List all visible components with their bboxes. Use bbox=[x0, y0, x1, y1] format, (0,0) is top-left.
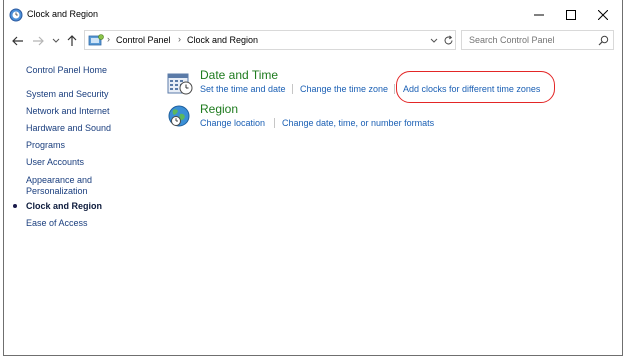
task-separator bbox=[292, 84, 293, 94]
sidebar-item-appearance[interactable]: Appearance and bbox=[26, 175, 92, 186]
sidebar-item-clock-and-region: Clock and Region bbox=[26, 201, 103, 211]
task-separator bbox=[274, 118, 275, 128]
title-bar: Clock and Region bbox=[4, 0, 622, 30]
window-title: Clock and Region bbox=[27, 9, 99, 19]
breadcrumb-separator: › bbox=[107, 34, 110, 44]
breadcrumb-control-panel[interactable]: Control Panel bbox=[116, 35, 171, 45]
breadcrumb-clock-and-region[interactable]: Clock and Region bbox=[187, 35, 258, 45]
back-button[interactable] bbox=[10, 33, 26, 49]
minimize-icon bbox=[534, 14, 544, 16]
sidebar-item-hardware-and-sound[interactable]: Hardware and Sound bbox=[26, 123, 111, 134]
current-item-bullet bbox=[13, 204, 17, 208]
category-title-date-and-time[interactable]: Date and Time bbox=[200, 68, 278, 82]
maximize-button[interactable] bbox=[554, 0, 588, 30]
control-panel-icon bbox=[88, 34, 104, 46]
up-button[interactable] bbox=[64, 33, 80, 49]
recent-locations-button[interactable] bbox=[48, 33, 64, 49]
task-change-time-zone[interactable]: Change the time zone bbox=[300, 84, 388, 94]
forward-button[interactable] bbox=[30, 33, 46, 49]
address-dropdown-icon[interactable] bbox=[430, 38, 438, 44]
search-icon[interactable] bbox=[598, 35, 609, 46]
sidebar-item-ease-of-access[interactable]: Ease of Access bbox=[26, 218, 88, 229]
up-arrow-icon bbox=[67, 35, 77, 46]
highlight-annotation bbox=[396, 71, 555, 103]
address-bar-row: › Control Panel › Clock and Region bbox=[4, 30, 622, 52]
task-change-formats[interactable]: Change date, time, or number formats bbox=[282, 118, 434, 128]
search-input[interactable] bbox=[462, 31, 599, 49]
date-and-time-icon[interactable] bbox=[167, 70, 193, 96]
region-globe-icon[interactable] bbox=[167, 104, 191, 128]
chevron-down-icon bbox=[52, 38, 60, 43]
close-button[interactable] bbox=[586, 0, 620, 30]
search-box[interactable] bbox=[461, 30, 614, 50]
minimize-button[interactable] bbox=[522, 0, 556, 30]
task-separator bbox=[394, 84, 395, 94]
sidebar-item-user-accounts[interactable]: User Accounts bbox=[26, 157, 84, 168]
back-arrow-icon bbox=[12, 36, 23, 46]
maximize-icon bbox=[566, 10, 576, 20]
control-panel-window: Clock and Region › Control Panel › Clock… bbox=[0, 0, 625, 363]
window-frame: Clock and Region › Control Panel › Clock… bbox=[3, 0, 623, 356]
category-title-region[interactable]: Region bbox=[200, 102, 238, 116]
clock-region-icon bbox=[9, 8, 23, 22]
sidebar-item-system-and-security[interactable]: System and Security bbox=[26, 89, 109, 100]
close-icon bbox=[598, 10, 608, 20]
breadcrumb-separator: › bbox=[178, 34, 181, 44]
sidebar-item-personalization[interactable]: Personalization bbox=[26, 186, 88, 197]
address-box[interactable]: › Control Panel › Clock and Region bbox=[84, 30, 456, 50]
sidebar-item-network-and-internet[interactable]: Network and Internet bbox=[26, 106, 110, 117]
refresh-icon[interactable] bbox=[443, 35, 454, 46]
forward-arrow-icon bbox=[33, 36, 44, 46]
task-set-time-and-date[interactable]: Set the time and date bbox=[200, 84, 286, 94]
task-change-location[interactable]: Change location bbox=[200, 118, 265, 128]
sidebar-item-programs[interactable]: Programs bbox=[26, 140, 65, 151]
sidebar-item-control-panel-home[interactable]: Control Panel Home bbox=[26, 65, 107, 76]
